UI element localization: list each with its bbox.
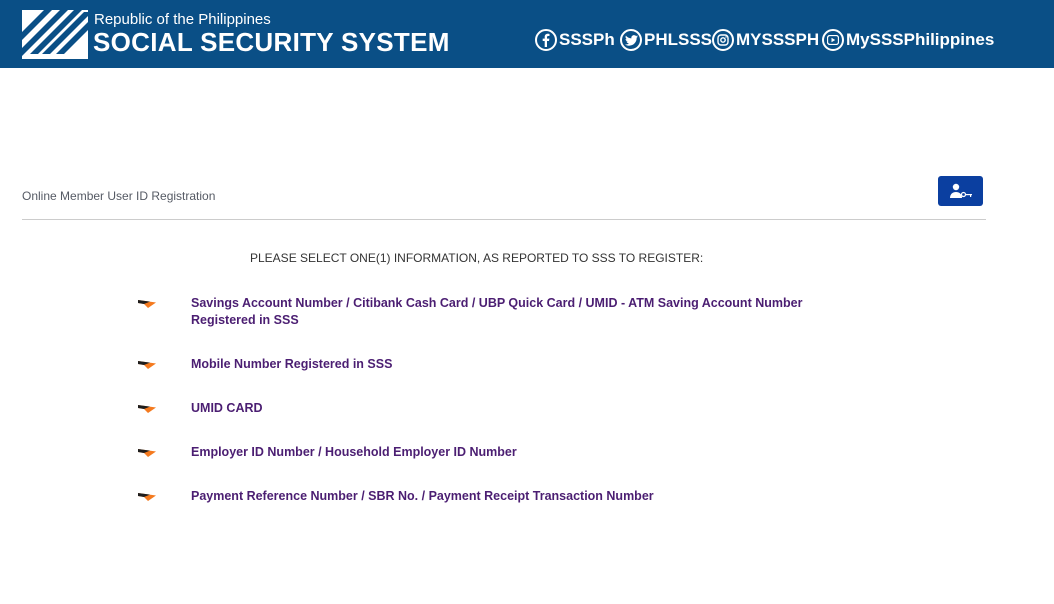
arrow-bullet-icon: [138, 405, 156, 413]
instruction-text: PLEASE SELECT ONE(1) INFORMATION, AS REP…: [250, 251, 704, 265]
social-twitter-label: PHLSSS: [644, 30, 713, 49]
option-label-line1: Savings Account Number / Citibank Cash C…: [191, 296, 803, 310]
option-label-line2: Registered in SSS: [191, 313, 299, 327]
sss-logo-icon: [22, 10, 88, 56]
social-youtube-label: MySSSPhilippines: [846, 30, 995, 49]
social-youtube-link[interactable]: MySSSPhilippines: [822, 27, 994, 53]
facebook-icon: [535, 29, 557, 51]
option-link[interactable]: UMID CARD: [191, 400, 831, 417]
arrow-bullet-icon: [138, 361, 156, 369]
header-title: SOCIAL SECURITY SYSTEM: [93, 27, 450, 57]
user-key-icon: [949, 183, 972, 198]
youtube-icon: [822, 29, 844, 51]
instagram-icon: [712, 29, 734, 51]
sss-logo[interactable]: [22, 10, 88, 59]
option-link[interactable]: Savings Account Number / Citibank Cash C…: [191, 295, 831, 329]
social-instagram-label: MYSSSPH: [736, 30, 820, 49]
social-facebook-link[interactable]: SSSPh: [535, 27, 615, 53]
social-twitter-link[interactable]: PHLSSS: [620, 27, 712, 53]
section-title: Online Member User ID Registration: [22, 189, 216, 203]
social-facebook-label: SSSPh: [559, 30, 615, 49]
section-divider: [22, 219, 986, 220]
user-registration-button[interactable]: [938, 176, 983, 206]
arrow-bullet-icon: [138, 300, 156, 308]
arrow-bullet-icon: [138, 493, 156, 501]
site-header: Republic of the Philippines SOCIAL SECUR…: [0, 0, 1054, 68]
social-instagram-link[interactable]: MYSSSPH: [712, 27, 819, 53]
option-link[interactable]: Mobile Number Registered in SSS: [191, 356, 831, 373]
option-link[interactable]: Employer ID Number / Household Employer …: [191, 444, 831, 461]
arrow-bullet-icon: [138, 449, 156, 457]
twitter-icon: [620, 29, 642, 51]
option-link[interactable]: Payment Reference Number / SBR No. / Pay…: [191, 488, 831, 505]
